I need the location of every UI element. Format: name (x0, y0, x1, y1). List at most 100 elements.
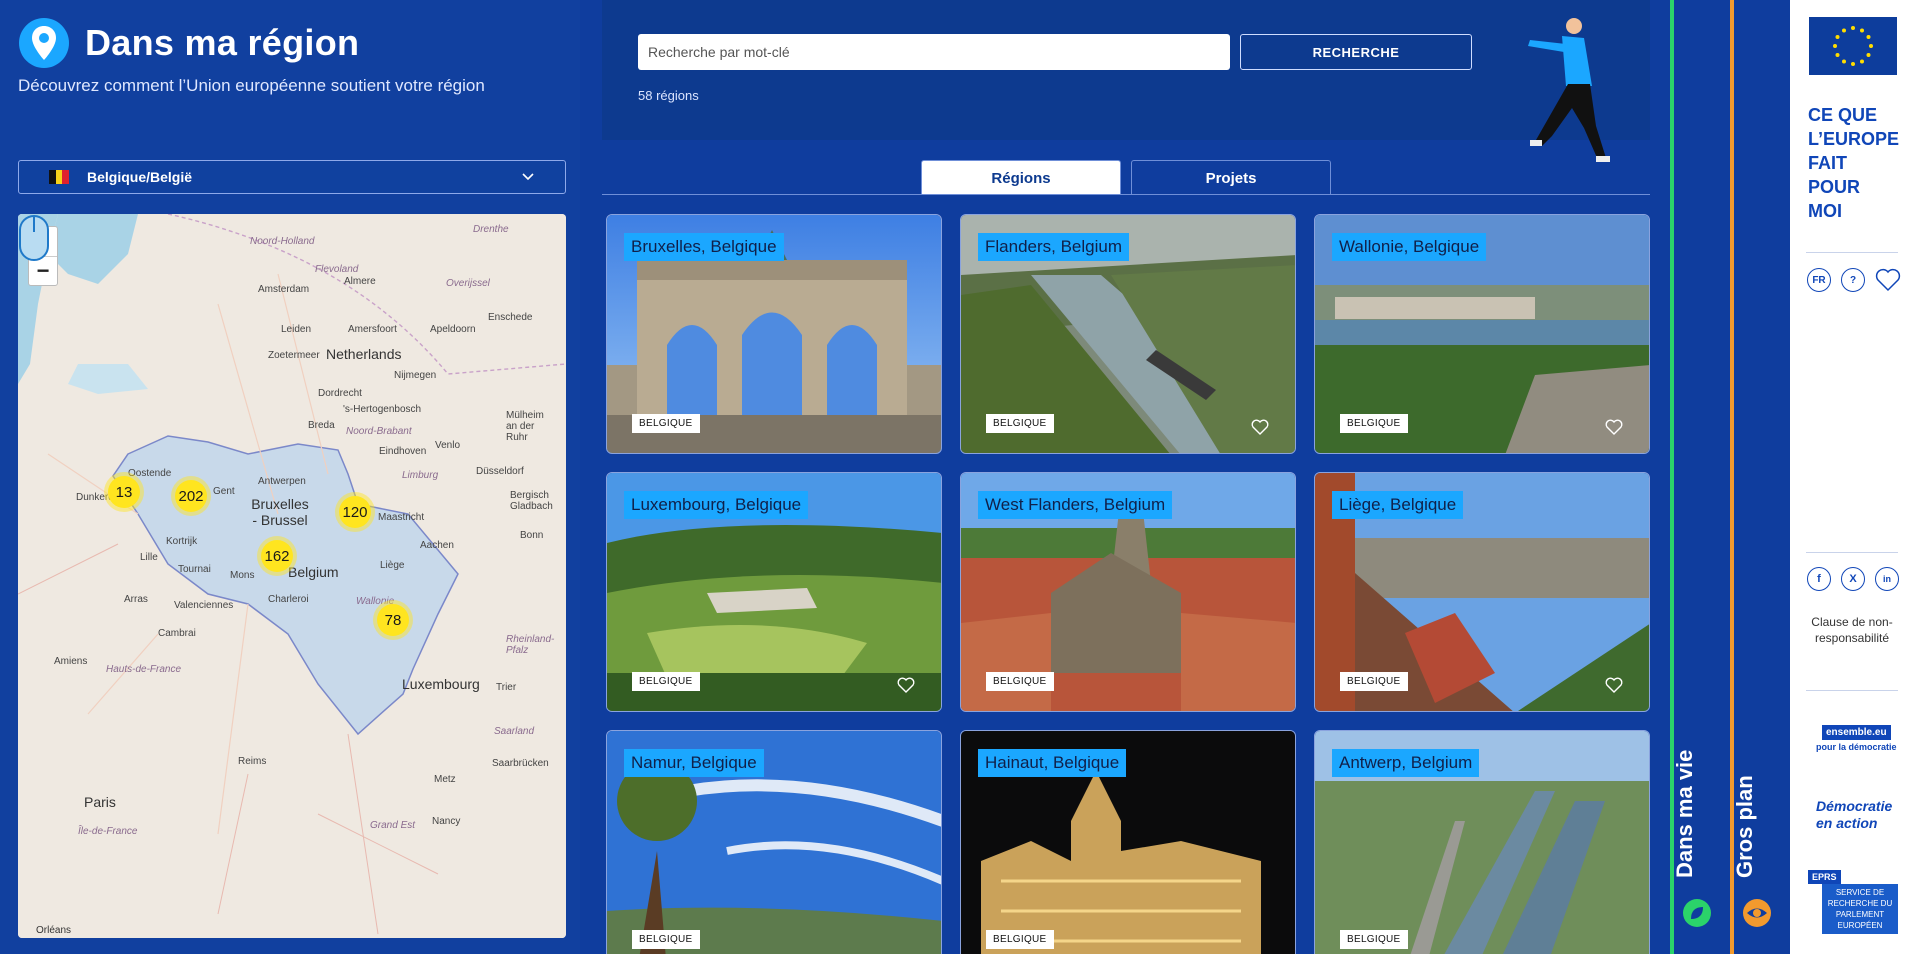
map-cluster-marker[interactable]: 13 (108, 476, 140, 508)
card-title: Flanders, Belgium (978, 233, 1130, 261)
left-panel: Dans ma région Découvrez comment l’Union… (0, 0, 580, 954)
map-label: Enschede (488, 312, 533, 323)
map-label: Flevoland (315, 264, 359, 275)
region-card[interactable]: Liège, Belgique BELGIQUE (1314, 472, 1650, 712)
search-button[interactable]: RECHERCHE (1240, 34, 1472, 70)
ensemble-logo[interactable]: ensemble.eu pour la démocratie (1816, 722, 1897, 752)
map-label: 's-Hertogenbosch (343, 404, 422, 415)
map-label: Netherlands (326, 346, 402, 362)
country-badge: BELGIQUE (632, 414, 700, 433)
region-card[interactable]: Bruxelles, Belgique BELGIQUE (606, 214, 942, 454)
map-label: Reims (238, 756, 267, 767)
country-badge: BELGIQUE (1340, 672, 1408, 691)
map-label: Breda (308, 420, 335, 431)
map-label: Metz (434, 774, 456, 785)
country-select-value: Belgique/België (87, 169, 193, 185)
map-label: Eindhoven (379, 446, 427, 457)
country-badge: BELGIQUE (986, 414, 1054, 433)
map-label: Trier (496, 682, 517, 693)
country-badge: BELGIQUE (632, 930, 700, 949)
map-label: Cambrai (158, 628, 196, 639)
facebook-icon[interactable]: f (1807, 567, 1831, 591)
region-card[interactable]: Luxembourg, Belgique BELGIQUE (606, 472, 942, 712)
democratie-en-action-logo[interactable]: Démocratie en action (1816, 798, 1892, 832)
map-label: Leiden (281, 324, 312, 335)
brand-title[interactable]: CE QUE L’EUROPE FAIT POUR MOI (1808, 103, 1899, 223)
map-label: Liège (380, 560, 405, 571)
card-title: Hainaut, Belgique (978, 749, 1127, 777)
map-label: Arras (124, 594, 148, 605)
map-label: Luxembourg (402, 676, 480, 692)
page-subtitle: Découvrez comment l’Union européenne sou… (18, 76, 485, 95)
map-label: Saarbrücken (492, 758, 549, 769)
region-card[interactable]: Wallonie, Belgique BELGIQUE (1314, 214, 1650, 454)
vertical-tab-dans-ma-vie[interactable]: Dans ma vie (1670, 0, 1726, 954)
region-card[interactable]: Hainaut, Belgique BELGIQUE (960, 730, 1296, 954)
search-input[interactable] (638, 34, 1230, 70)
location-pin-icon (19, 18, 69, 68)
vertical-tab-gros-plan[interactable]: Gros plan (1730, 0, 1786, 954)
map-label: Düsseldorf (476, 466, 524, 477)
region-card[interactable]: Namur, Belgique BELGIQUE (606, 730, 942, 954)
vertical-tab-label: Gros plan (1732, 775, 1757, 878)
leaf-icon (1683, 899, 1711, 927)
map-label: Maastricht (378, 512, 425, 523)
card-title: Bruxelles, Belgique (624, 233, 784, 261)
eu-flag-icon (1809, 17, 1897, 75)
map-label: Mons (230, 570, 255, 581)
eu-sidebar: CE QUE L’EUROPE FAIT POUR MOI FR ? f X i… (1790, 0, 1913, 954)
map-label: Bruxelles - Brussel (251, 496, 309, 528)
eprs-logo[interactable]: EPRS SERVICE DE RECHERCHE DU PARLEMENT E… (1808, 870, 1900, 942)
region-card[interactable]: West Flanders, Belgium BELGIQUE (960, 472, 1296, 712)
x-twitter-icon[interactable]: X (1841, 567, 1865, 591)
favorite-heart-icon[interactable] (1251, 419, 1269, 435)
favorite-heart-icon[interactable] (1605, 677, 1623, 693)
map-label: Gent (213, 486, 235, 497)
map-label: Belgium (288, 564, 339, 580)
region-map[interactable]: Drenthe Noord-Holland Flevoland Amsterda… (18, 214, 566, 938)
map-label: Overijssel (446, 278, 490, 289)
region-card[interactable]: Antwerp, Belgium BELGIQUE (1314, 730, 1650, 954)
favorites-heart-icon[interactable] (1875, 268, 1901, 292)
map-label: Zoetermeer (268, 350, 320, 361)
card-title: Antwerp, Belgium (1332, 749, 1480, 777)
page-title: Dans ma région (85, 22, 360, 63)
country-select[interactable]: Belgique/België (18, 160, 566, 194)
map-label: Almere (344, 276, 376, 287)
map-label: Noord-Holland (250, 236, 315, 247)
map-label: Saarland (494, 726, 535, 737)
header: Dans ma région (17, 16, 359, 70)
map-cluster-marker[interactable]: 78 (377, 604, 409, 636)
language-button[interactable]: FR (1807, 268, 1831, 292)
map-label: Drenthe (473, 224, 509, 235)
map-label: Valenciennes (174, 600, 234, 611)
map-label: Rheinland-Pfalz (506, 634, 555, 656)
country-badge: BELGIQUE (1340, 930, 1408, 949)
mouse-scroll-icon (19, 215, 49, 261)
favorite-heart-icon[interactable] (1605, 419, 1623, 435)
help-icon[interactable]: ? (1841, 268, 1865, 292)
favorite-heart-icon[interactable] (897, 677, 915, 693)
map-label: Mülheim an der Ruhr (506, 410, 544, 443)
map-label: Amiens (54, 656, 88, 667)
map-cluster-marker[interactable]: 162 (261, 540, 293, 572)
map-label: Antwerpen (258, 476, 306, 487)
map-cluster-marker[interactable]: 202 (175, 480, 207, 512)
map-label: Aachen (420, 540, 454, 551)
card-title: Wallonie, Belgique (1332, 233, 1487, 261)
map-label: Bergisch Gladbach (510, 490, 553, 512)
map-label: Orléans (36, 925, 72, 936)
map-label: Paris (84, 794, 116, 810)
tabs-divider (602, 194, 1650, 195)
linkedin-icon[interactable]: in (1875, 567, 1899, 591)
region-card[interactable]: Flanders, Belgium BELGIQUE (960, 214, 1296, 454)
tab-regions[interactable]: Régions (921, 160, 1121, 195)
country-badge: BELGIQUE (986, 672, 1054, 691)
map-cluster-marker[interactable]: 120 (339, 496, 371, 528)
result-count: 58 régions (638, 88, 699, 103)
belgium-flag-icon (49, 170, 70, 184)
card-title: Namur, Belgique (624, 749, 764, 777)
tab-projects[interactable]: Projets (1131, 160, 1331, 195)
eye-icon (1743, 899, 1771, 927)
disclaimer-link[interactable]: Clause de non-responsabilité (1802, 614, 1902, 646)
